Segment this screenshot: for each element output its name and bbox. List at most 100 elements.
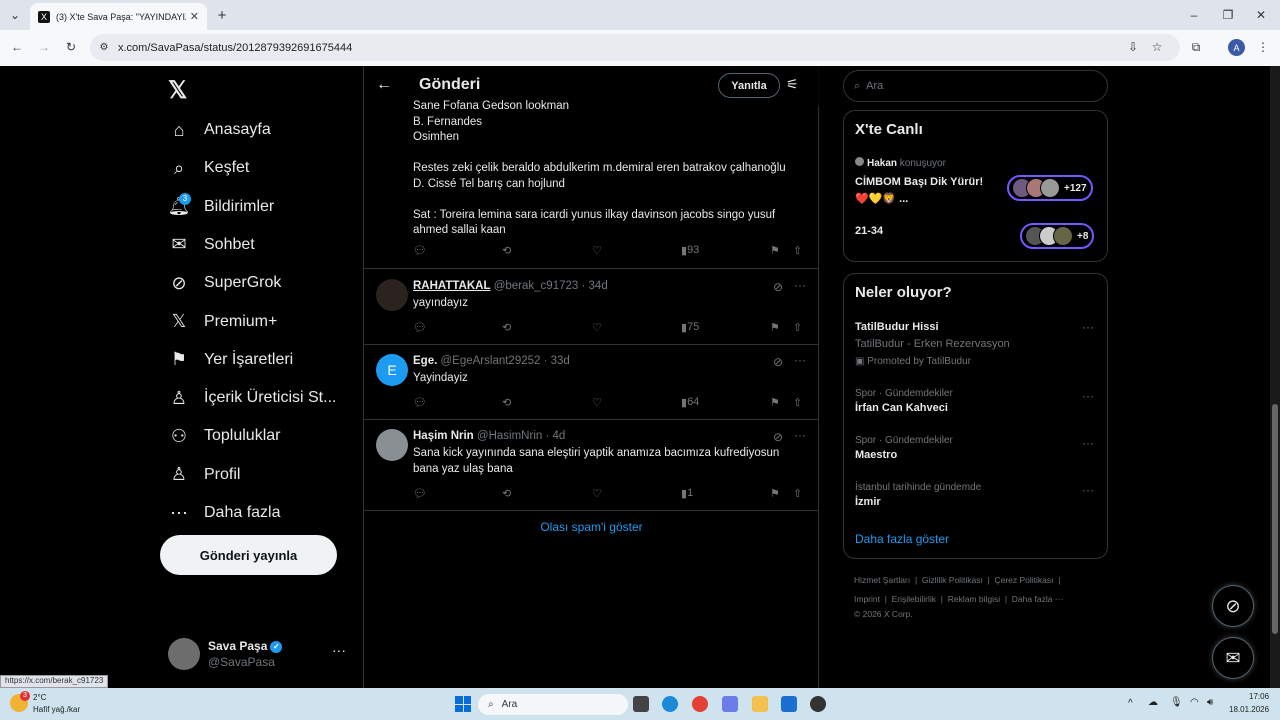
tune-icon[interactable]: ⚟ bbox=[786, 76, 799, 93]
nav-item-creator[interactable]: ♙ İçerik Üreticisi St... bbox=[166, 380, 337, 416]
nav-item-x[interactable]: 𝕏 Premium+ bbox=[166, 304, 278, 340]
copilot-icon[interactable] bbox=[722, 696, 738, 712]
bookmark-icon[interactable]: ⚑ bbox=[770, 321, 780, 334]
bookmark-icon[interactable]: ⚑ bbox=[770, 396, 780, 409]
like-icon[interactable]: ♡ bbox=[592, 396, 602, 409]
scrollbar[interactable] bbox=[1270, 66, 1280, 688]
share-icon[interactable]: ⇧ bbox=[793, 396, 802, 409]
nav-item-mail[interactable]: ✉ Sohbet bbox=[166, 227, 254, 263]
avatar[interactable]: E bbox=[376, 354, 408, 386]
space-listeners-2[interactable]: +8 bbox=[1020, 223, 1095, 249]
post-button[interactable]: Gönderi yayınla bbox=[160, 535, 337, 575]
reply-icon[interactable]: 💬︎ bbox=[413, 396, 427, 409]
footer-link[interactable]: Imprint bbox=[854, 594, 880, 604]
post-time[interactable]: · 4d bbox=[545, 430, 565, 442]
more-icon[interactable]: ··· bbox=[794, 278, 806, 292]
nav-item-communities[interactable]: ⚇ Topluluklar bbox=[166, 418, 281, 454]
more-icon[interactable]: ··· bbox=[794, 353, 806, 367]
url-field[interactable]: ⚙ x.com/SavaPasa/status/2012879392691675… bbox=[90, 34, 1180, 61]
show-spam-link[interactable]: Olası spam'i göster bbox=[364, 520, 819, 534]
chrome-icon[interactable] bbox=[692, 696, 708, 712]
like-icon[interactable]: ♡ bbox=[592, 321, 602, 334]
reply-post[interactable]: E Ege. @EgeArslant29252 · 33d ⊘ ··· Yayinday… bbox=[364, 344, 819, 420]
post-time[interactable]: · 34d bbox=[582, 280, 608, 292]
grok-icon[interactable]: ⊘ bbox=[773, 430, 783, 444]
search-input[interactable]: ⌕ Ara bbox=[843, 70, 1108, 102]
task-view-icon[interactable] bbox=[633, 696, 649, 712]
account-switcher[interactable]: Sava Paşa ✓ @SavaPasa ··· bbox=[168, 636, 348, 676]
space-title[interactable]: CİMBOM Başı Dik Yürür! bbox=[855, 176, 983, 188]
show-more-link[interactable]: Daha fazla göster bbox=[855, 532, 949, 546]
x-logo-icon[interactable]: 𝕏 bbox=[168, 76, 187, 105]
forward-nav-icon[interactable]: → bbox=[37, 40, 51, 54]
avatar[interactable] bbox=[376, 429, 408, 461]
author-handle[interactable]: @EgeArslant29252 bbox=[441, 355, 541, 367]
trend-title[interactable]: İzmir bbox=[855, 496, 881, 508]
store-icon[interactable] bbox=[781, 696, 797, 712]
wifi-icon[interactable]: ◠ bbox=[1190, 697, 1199, 708]
file-explorer-icon[interactable] bbox=[752, 696, 768, 712]
retweet-icon[interactable]: ⟲ bbox=[502, 396, 511, 409]
post-time[interactable]: · 33d bbox=[544, 355, 570, 367]
nav-item-home[interactable]: ⌂ Anasayfa bbox=[166, 112, 271, 148]
browser-tab[interactable]: X (3) X'te Sava Paşa: "YAYINDAYIZ TR ✕ bbox=[30, 3, 207, 30]
edge-icon[interactable] bbox=[662, 696, 678, 712]
reply-button[interactable]: Yanıtla bbox=[718, 73, 780, 98]
footer-link[interactable]: Hizmet Şartları bbox=[854, 575, 910, 585]
mic-icon[interactable]: 🎙︎ bbox=[1170, 697, 1183, 708]
close-tab-icon[interactable]: ✕ bbox=[190, 10, 199, 23]
trend-title[interactable]: TatilBudur Hissi bbox=[855, 321, 939, 333]
reload-icon[interactable]: ↻ bbox=[64, 40, 78, 54]
volume-icon[interactable]: 🔊︎ bbox=[1207, 697, 1213, 708]
trend-title[interactable]: İrfan Can Kahveci bbox=[855, 402, 948, 414]
window-close-icon[interactable]: ✕ bbox=[1254, 8, 1268, 22]
author-handle[interactable]: @HasimNrin bbox=[477, 430, 542, 442]
views-icon[interactable]: ▮ 64 bbox=[681, 396, 699, 409]
bookmark-star-icon[interactable]: ☆ bbox=[1150, 40, 1164, 54]
site-info-icon[interactable]: ⚙ bbox=[98, 41, 110, 53]
reply-icon[interactable]: 💬︎ bbox=[413, 244, 427, 257]
taskbar-search[interactable]: ⌕ Ara bbox=[478, 694, 628, 715]
author-name[interactable]: Haşim Nrin bbox=[413, 430, 474, 442]
share-icon[interactable]: ⇧ bbox=[793, 487, 802, 500]
trend-more-icon[interactable]: ··· bbox=[1082, 320, 1094, 334]
footer-link[interactable]: Erişilebilirlik bbox=[892, 594, 936, 604]
trend-more-icon[interactable]: ··· bbox=[1082, 483, 1094, 497]
share-icon[interactable]: ⇧ bbox=[793, 244, 802, 257]
clock-time[interactable]: 17:06 bbox=[1249, 692, 1269, 701]
extensions-icon[interactable]: ⧉ bbox=[1189, 40, 1203, 54]
grok-fab-icon[interactable]: ⊘ bbox=[1212, 585, 1254, 627]
install-app-icon[interactable]: ⇩ bbox=[1126, 40, 1140, 54]
start-icon[interactable] bbox=[455, 696, 471, 712]
views-icon[interactable]: ▮ 93 bbox=[681, 244, 699, 257]
trend-more-icon[interactable]: ··· bbox=[1082, 436, 1094, 450]
footer-link[interactable]: Reklam bilgisi bbox=[948, 594, 1000, 604]
onedrive-icon[interactable]: ☁ bbox=[1148, 697, 1158, 708]
account-more-icon[interactable]: ··· bbox=[332, 642, 346, 658]
trend-more-icon[interactable]: ··· bbox=[1082, 389, 1094, 403]
messages-fab-icon[interactable]: ✉ bbox=[1212, 637, 1254, 679]
nav-item-more-circle[interactable]: ⋯ Daha fazla bbox=[166, 495, 281, 531]
avatar[interactable] bbox=[376, 279, 408, 311]
footer-link[interactable]: Daha fazla ··· bbox=[1012, 594, 1064, 604]
back-nav-icon[interactable]: ← bbox=[10, 40, 24, 54]
browser-menu-icon[interactable]: ⋮ bbox=[1257, 40, 1269, 54]
space-title[interactable]: 21-34 bbox=[855, 225, 883, 237]
nav-item-bell[interactable]: 🔔︎ 3 Bildirimler bbox=[166, 189, 274, 225]
nav-item-search[interactable]: ⌕ Keşfet bbox=[166, 150, 249, 186]
like-icon[interactable]: ♡ bbox=[592, 244, 602, 257]
reply-icon[interactable]: 💬︎ bbox=[413, 487, 427, 500]
tab-list-icon[interactable]: ⌄ bbox=[8, 8, 22, 22]
tray-chevron-icon[interactable]: ^ bbox=[1128, 698, 1133, 709]
reply-post[interactable]: RAHATTAKAL @berak_c91723 · 34d ⊘ ··· yayınd… bbox=[364, 269, 819, 345]
author-name[interactable]: RAHATTAKAL bbox=[413, 280, 491, 292]
minimize-icon[interactable]: – bbox=[1187, 8, 1201, 22]
author-handle[interactable]: @berak_c91723 bbox=[494, 280, 579, 292]
retweet-icon[interactable]: ⟲ bbox=[502, 244, 511, 257]
grok-icon[interactable]: ⊘ bbox=[773, 280, 783, 294]
new-tab-icon[interactable]: + bbox=[215, 7, 229, 24]
reply-icon[interactable]: 💬︎ bbox=[413, 321, 427, 334]
share-icon[interactable]: ⇧ bbox=[793, 321, 802, 334]
nav-item-profile[interactable]: ♙ Profil bbox=[166, 457, 241, 493]
space-listeners-1[interactable]: +127 bbox=[1007, 175, 1093, 201]
